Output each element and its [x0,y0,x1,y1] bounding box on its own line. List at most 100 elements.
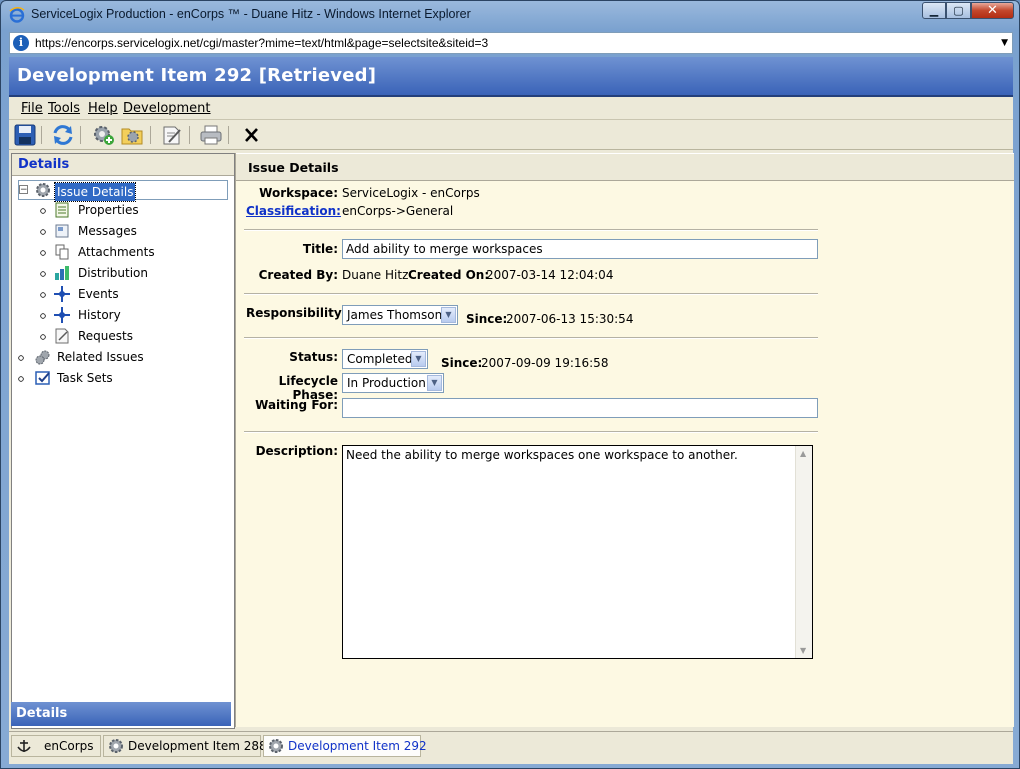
tree-connector-icon [40,250,46,256]
description-textarea[interactable]: Need the ability to merge workspaces one… [342,445,813,659]
tree-item-history[interactable]: History [40,306,230,326]
navigation-pane-footer[interactable]: Details [11,702,231,726]
edit-document-icon[interactable] [160,124,184,146]
tree-item-events[interactable]: Events [40,285,230,305]
tree-item-label: Distribution [78,266,149,280]
ie-logo-icon [9,7,25,23]
task-sets-icon [35,371,50,385]
open-items-bar: enCorps Development Item 288 Development… [9,731,1013,764]
tree-item-issue-details[interactable]: − Issue Details [18,180,228,202]
status-since-label: Since: [441,356,483,370]
menu-file[interactable]: File [21,101,43,116]
window-title: ServiceLogix Production - enCorps ™ - Du… [31,7,471,21]
classification-value: enCorps->General [342,204,454,218]
scroll-up-icon[interactable]: ▲ [800,449,806,458]
waiting-for-label: Waiting For: [255,398,338,412]
responsibility-since-label: Since: [466,312,508,326]
toolbar-separator [150,126,151,144]
menu-tools[interactable]: Tools [48,101,80,116]
waiting-for-input[interactable] [342,398,818,418]
settings-add-icon[interactable] [91,124,115,146]
tree-item-label: Events [78,287,119,301]
messages-icon [55,224,69,238]
properties-icon [55,202,69,218]
folder-settings-icon[interactable] [120,124,144,146]
browser-window: ServiceLogix Production - enCorps ™ - Du… [0,0,1020,769]
history-icon [54,307,70,323]
responsibility-label: Responsibility: [246,306,347,320]
task-tab-label: enCorps [44,739,94,753]
events-icon [54,286,70,302]
close-window-button[interactable]: ✕ [971,2,1014,19]
tree-item-label: Messages [78,224,137,238]
app-header: Development Item 292 [Retrieved] [9,57,1013,97]
tree-item-task-sets[interactable]: Task Sets [18,369,228,389]
classification-link[interactable]: Classification: [246,204,341,218]
responsibility-since-value: 2007-06-13 15:30:54 [506,312,634,326]
distribution-icon [55,266,69,280]
tree-item-related-issues[interactable]: Related Issues [18,348,228,368]
lifecycle-phase-select[interactable]: In Production ▼ [342,373,444,393]
responsibility-select[interactable]: James Thomson ▼ [342,305,458,325]
status-value: Completed [347,352,413,366]
gear-icon [109,739,123,753]
close-icon: ✕ [987,3,998,18]
close-x-icon[interactable] [240,124,264,146]
navigation-pane: Details − Issue Details Properties Messa… [11,153,235,729]
chevron-down-icon: ▼ [427,375,442,391]
tree-item-attachments[interactable]: Attachments [40,243,230,263]
save-icon[interactable] [13,124,37,146]
task-tab-development-item-288[interactable]: Development Item 288 [103,735,267,757]
maximize-button[interactable]: ▢ [946,2,971,19]
divider [244,229,818,231]
tree-item-label: Related Issues [57,350,144,364]
lifecycle-phase-value: In Production [347,376,426,390]
maximize-icon: ▢ [953,4,964,17]
issue-details-pane: Issue Details Workspace: ServiceLogix - … [235,153,1014,727]
minimize-icon: ▁ [929,4,939,17]
status-since-value: 2007-09-09 19:16:58 [481,356,609,370]
created-on-label: Created On: [408,268,490,282]
description-scrollbar[interactable]: ▲ ▼ [795,446,812,658]
tree-item-messages[interactable]: Messages [40,222,230,242]
toolbar-separator [41,126,42,144]
menu-help[interactable]: Help [88,101,118,116]
scroll-down-icon[interactable]: ▼ [800,646,806,655]
created-by-label: Created By: [258,268,338,282]
tree-connector-icon [40,313,46,319]
description-value: Need the ability to merge workspaces one… [346,448,738,462]
address-dropdown-icon[interactable]: ▼ [1001,38,1008,48]
divider [244,431,818,433]
tree-connector-icon [40,208,46,214]
print-icon[interactable] [199,124,223,146]
tree-item-label: Properties [78,203,139,217]
toolbar [9,120,1013,150]
description-label: Description: [255,444,338,458]
toolbar-separator [228,126,229,144]
tree-item-label: History [78,308,121,322]
task-tab-label: Development Item 292 [288,739,427,753]
refresh-icon[interactable] [51,124,75,146]
minimize-button[interactable]: ▁ [922,2,946,19]
tree-item-label: Issue Details [53,182,137,202]
tree-connector-icon [40,292,46,298]
title-input[interactable]: Add ability to merge workspaces [342,239,818,259]
address-bar[interactable]: i https://encorps.servicelogix.net/cgi/m… [9,32,1013,54]
attachments-icon [55,244,69,260]
task-tab-label: Development Item 288 [128,739,267,753]
status-select[interactable]: Completed ▼ [342,349,428,369]
menu-development[interactable]: Development [123,101,211,116]
task-tab-encorps[interactable]: enCorps [11,735,101,757]
issue-details-header: Issue Details [236,153,1014,181]
tree-item-properties[interactable]: Properties [40,201,230,221]
collapse-icon[interactable]: − [19,185,28,195]
tree-item-distribution[interactable]: Distribution [40,264,230,284]
gear-icon [36,183,50,197]
tree-item-requests[interactable]: Requests [40,327,230,347]
toolbar-separator [80,126,81,144]
issue-details-title: Issue Details [248,160,339,175]
requests-icon [55,328,69,344]
app-area: Development Item 292 [Retrieved] File To… [9,57,1014,764]
menu-bar: File Tools Help Development [9,97,1013,120]
task-tab-development-item-292[interactable]: Development Item 292 [263,735,427,757]
